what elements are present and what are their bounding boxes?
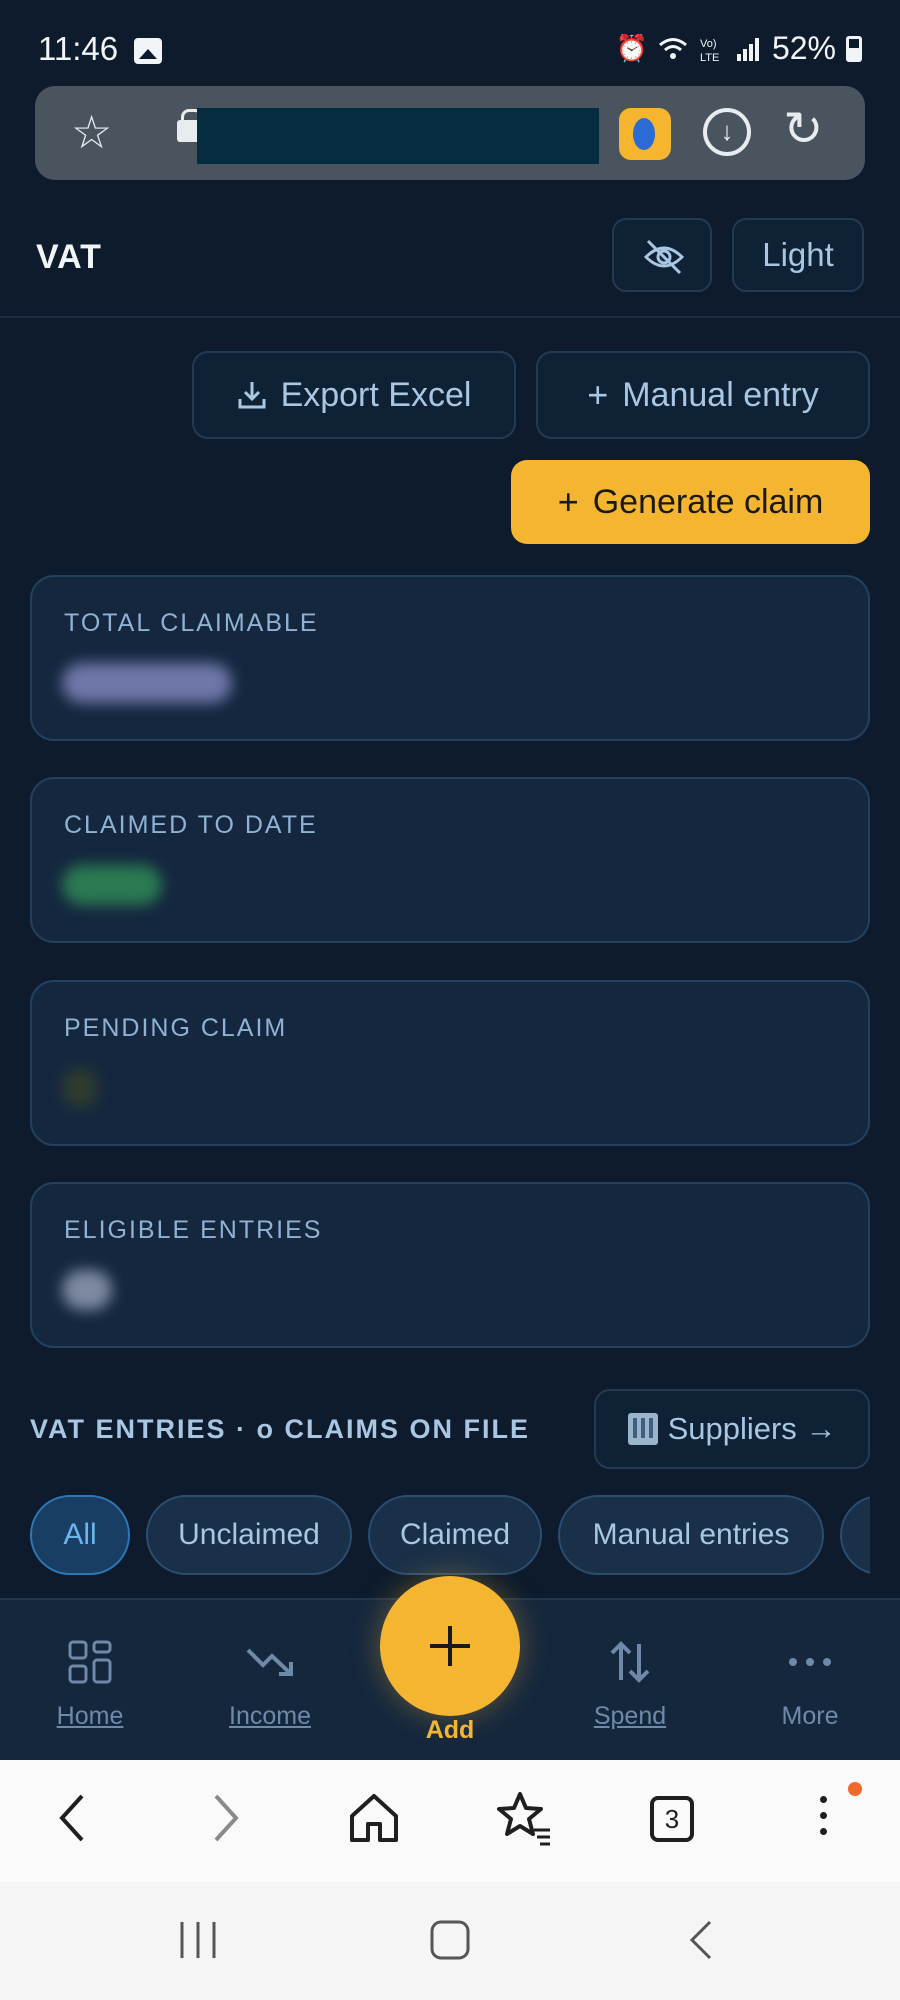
svg-text:LTE: LTE [700,52,719,63]
nav-home-label: Home [56,1702,124,1730]
bookmark-star-icon[interactable]: ☆ [71,106,112,158]
download-icon[interactable]: ↓ [703,108,751,156]
plus-icon: + [587,374,609,415]
add-button[interactable] [380,1576,520,1716]
filter-chip-all[interactable]: All [30,1495,130,1575]
status-bar: 11:46 ⏰ Vo) LTE 52% [0,0,900,90]
stat-card-claimed-to-date: CLAIMED TO DATE [30,777,870,943]
eye-off-icon [643,239,685,275]
stat-label: TOTAL CLAIMABLE [64,609,319,637]
extension-icon[interactable] [619,108,671,160]
url-field[interactable] [197,108,599,164]
filter-chip-more[interactable] [840,1495,870,1575]
app-header: VAT Light [0,210,900,318]
grid-icon [68,1640,112,1684]
stat-label: ELIGIBLE ENTRIES [64,1216,323,1244]
suppliers-button[interactable]: Suppliers → [594,1389,870,1469]
plus-icon: + [557,481,579,522]
system-nav-bar [0,1882,900,2000]
manual-entry-label: Manual entry [622,375,819,414]
page-title: VAT [36,238,102,276]
browser-menu-icon[interactable] [820,1796,828,1844]
generate-claim-label: Generate claim [592,482,824,521]
gallery-icon [134,38,162,64]
nav-more-label: More [781,1702,839,1730]
stat-label: PENDING CLAIM [64,1014,288,1042]
volte-icon: Vo) LTE [700,38,719,63]
filter-chip-claimed[interactable]: Claimed [368,1495,542,1575]
status-icons: ⏰ Vo) LTE 52% [616,30,862,67]
stat-value-blurred [62,663,232,703]
nav-home[interactable]: Home [20,1636,160,1731]
more-dots-icon [789,1658,831,1666]
nav-more[interactable]: More [740,1636,880,1731]
theme-toggle-button[interactable]: Light [732,218,864,292]
reload-icon[interactable]: ↻ [783,102,823,158]
battery-percent: 52% [771,30,836,66]
transfer-arrows-icon [610,1641,650,1683]
back-icon[interactable] [44,1788,104,1848]
browser-toolbar: 3 [0,1760,900,1882]
stat-card-total-claimable: TOTAL CLAIMABLE [30,575,870,741]
download-icon [238,382,266,409]
vat-entries-heading: VAT ENTRIES · o CLAIMS ON FILE [30,1414,530,1444]
stat-value-blurred [62,1068,98,1108]
building-icon [627,1413,658,1445]
tabs-button[interactable]: 3 [650,1796,694,1842]
filter-chip-manual-entries[interactable]: Manual entries [558,1495,824,1575]
browser-url-bar: ☆ ↓ ↻ [35,86,865,180]
status-time: 11:46 [38,30,119,67]
stat-card-eligible-entries: ELIGIBLE ENTRIES [30,1182,870,1348]
alarm-icon: ⏰ [615,33,648,63]
nav-spend[interactable]: Spend [560,1636,700,1731]
manual-entry-button[interactable]: + Manual entry [536,351,870,439]
nav-income-label: Income [229,1702,311,1730]
generate-claim-button[interactable]: + Generate claim [511,460,870,544]
wifi-icon [658,37,687,59]
nav-income[interactable]: Income [200,1636,340,1731]
bookmarks-icon[interactable] [494,1788,554,1848]
signal-icon [736,37,759,61]
home-nav-icon[interactable] [428,1918,472,1962]
stat-label: CLAIMED TO DATE [64,811,318,839]
filter-chips: All Unclaimed Claimed Manual entries [30,1495,870,1577]
svg-text:Vo): Vo) [700,38,717,50]
trending-down-icon [246,1648,293,1676]
stat-card-pending-claim: PENDING CLAIM [30,980,870,1146]
battery-icon [846,35,862,62]
export-excel-button[interactable]: Export Excel [192,351,516,439]
recent-apps-icon[interactable] [176,1918,220,1962]
hide-values-button[interactable] [612,218,712,292]
export-excel-label: Export Excel [280,375,472,414]
forward-icon[interactable] [194,1788,254,1848]
filter-chip-unclaimed[interactable]: Unclaimed [146,1495,352,1575]
home-icon[interactable] [344,1788,404,1848]
add-label: Add [425,1716,475,1744]
stat-value-blurred [62,1270,112,1310]
notification-dot [848,1782,862,1796]
suppliers-label: Suppliers → [667,1411,837,1446]
nav-spend-label: Spend [593,1702,667,1730]
back-nav-icon[interactable] [680,1918,724,1962]
stat-value-blurred [62,865,162,905]
